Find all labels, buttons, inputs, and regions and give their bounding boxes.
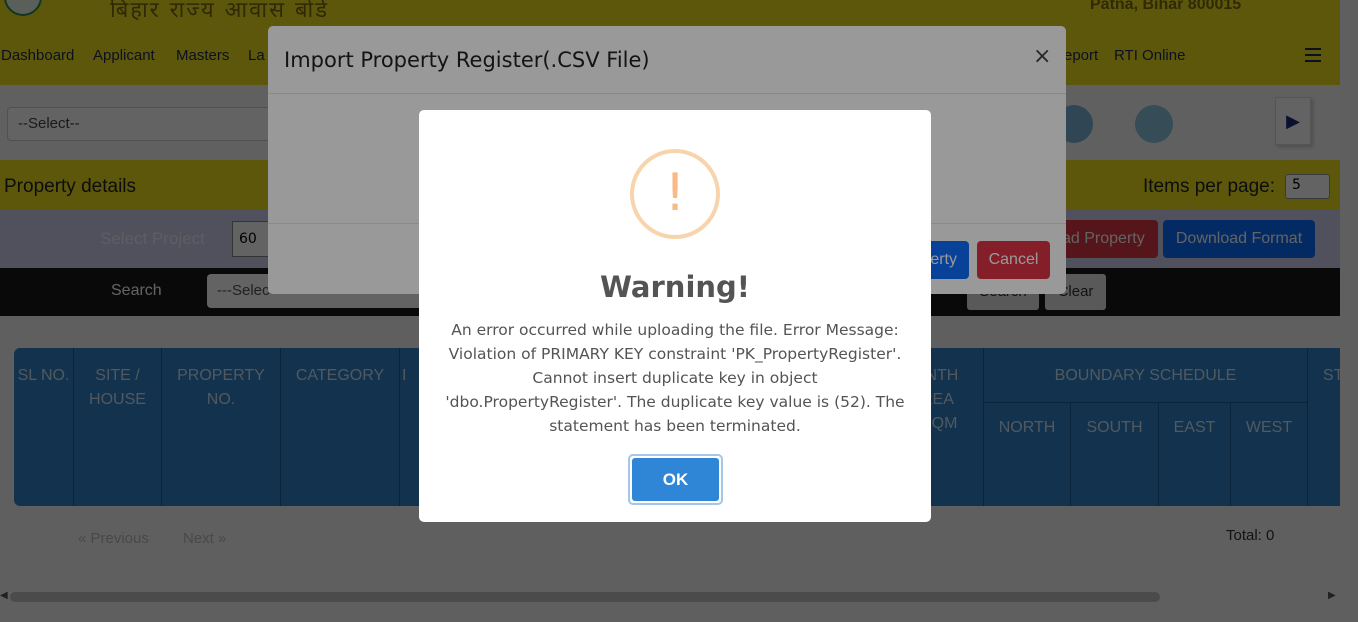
warning-title: Warning! (599, 270, 751, 304)
warning-dialog: ! Warning! An error occurred while uploa… (419, 110, 931, 522)
ok-button[interactable]: OK (628, 454, 723, 505)
ok-button-label: OK (632, 458, 719, 501)
warning-message: An error occurred while uploading the fi… (445, 321, 905, 435)
warning-icon: ! (630, 149, 720, 239)
